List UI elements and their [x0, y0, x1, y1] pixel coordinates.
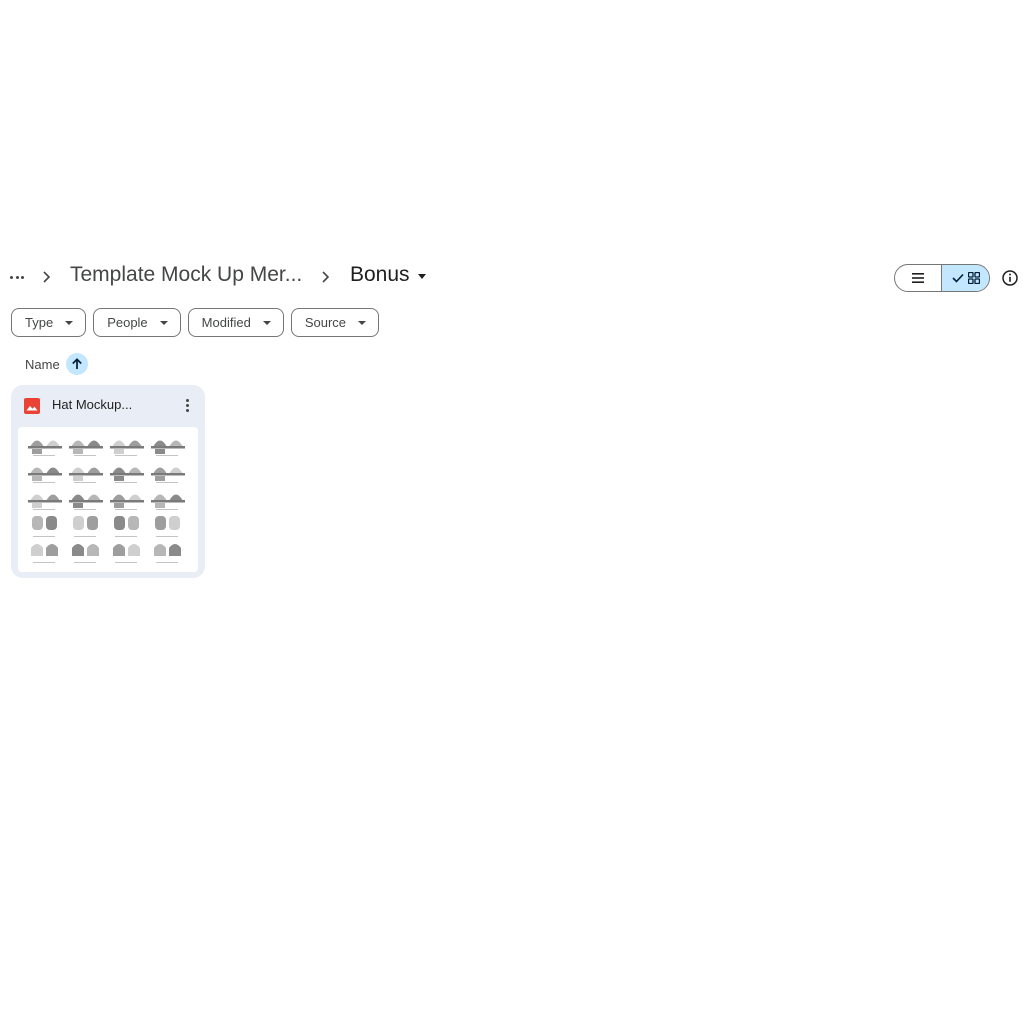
- hat-figure: [31, 544, 58, 563]
- sort-direction-button[interactable]: [65, 353, 88, 375]
- list-view-button[interactable]: [895, 265, 941, 291]
- grid-view-icon: [967, 272, 980, 284]
- dropdown-caret-icon: [262, 321, 271, 325]
- file-thumbnail: [18, 427, 198, 572]
- more-vert-icon[interactable]: [179, 395, 195, 415]
- grid-view-button[interactable]: [941, 265, 989, 291]
- hat-figure: [151, 440, 185, 456]
- filter-type-chip[interactable]: Type: [11, 308, 87, 337]
- hat-figure: [110, 494, 144, 510]
- sort-row: Name: [25, 353, 88, 375]
- info-icon[interactable]: [1000, 268, 1020, 288]
- hat-figure: [113, 544, 140, 563]
- file-card-header: Hat Mockup...: [11, 385, 205, 425]
- hat-figure: [154, 544, 181, 563]
- hat-figure: [151, 494, 185, 510]
- filter-modified-chip[interactable]: Modified: [187, 308, 284, 337]
- dropdown-caret-icon: [65, 321, 74, 325]
- hat-mockup-preview-image: [28, 440, 185, 563]
- hat-figure: [28, 467, 62, 483]
- file-card[interactable]: Hat Mockup...: [11, 385, 205, 578]
- more-horiz-icon[interactable]: [6, 266, 28, 288]
- filter-source-label: Source: [304, 315, 347, 330]
- hat-figure: [28, 494, 62, 510]
- hat-figure: [28, 440, 62, 456]
- filter-chips: Type People Modified Source: [11, 308, 386, 337]
- hat-figure: [69, 467, 103, 483]
- hat-figure: [155, 516, 180, 537]
- hat-figure: [110, 440, 144, 456]
- hat-figure: [114, 516, 139, 537]
- image-file-icon: [24, 398, 40, 414]
- file-name: Hat Mockup...: [52, 397, 133, 412]
- toolbar: Template Mock Up Mer... Bonus: [0, 258, 1024, 298]
- list-view-icon: [912, 273, 924, 283]
- dropdown-caret-icon: [358, 321, 367, 325]
- hat-figure: [110, 467, 144, 483]
- hat-figure: [73, 516, 98, 537]
- dropdown-caret-icon: [417, 274, 426, 279]
- filter-source-chip[interactable]: Source: [290, 308, 380, 337]
- hat-figure: [69, 494, 103, 510]
- breadcrumb-parent-folder[interactable]: Template Mock Up Mer...: [70, 263, 302, 287]
- chevron-right-icon: [40, 267, 54, 287]
- filter-people-label: People: [107, 315, 148, 330]
- filter-modified-label: Modified: [201, 315, 251, 330]
- hat-figure: [151, 467, 185, 483]
- hat-figure: [69, 440, 103, 456]
- breadcrumb-current-label: Bonus: [350, 263, 410, 286]
- breadcrumb-current-folder[interactable]: Bonus: [350, 263, 426, 287]
- sort-by-name-label[interactable]: Name: [25, 357, 60, 372]
- filter-people-chip[interactable]: People: [93, 308, 181, 337]
- hat-figure: [72, 544, 99, 563]
- hat-figure: [32, 516, 57, 537]
- chevron-right-icon: [319, 267, 333, 287]
- arrow-upward-icon: [71, 358, 82, 369]
- check-icon: [951, 273, 964, 283]
- dropdown-caret-icon: [159, 321, 168, 325]
- view-toggle: [894, 264, 990, 292]
- filter-type-label: Type: [25, 315, 54, 330]
